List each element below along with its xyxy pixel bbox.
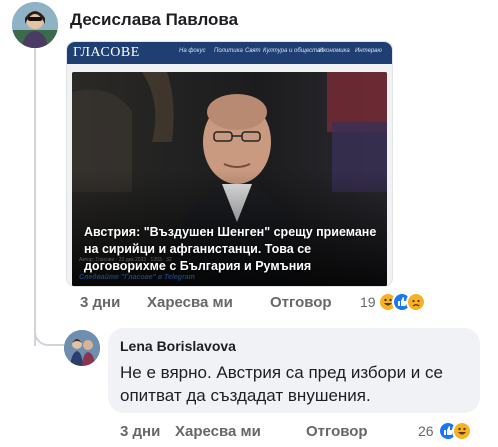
shared-post-card[interactable]: ГЛАСОВЕ На фокус Политика Свят Култура и… bbox=[67, 42, 392, 286]
reaction-summary[interactable]: 26 bbox=[418, 423, 488, 443]
thread-line-curve bbox=[34, 318, 64, 346]
nav-item: Политика bbox=[214, 48, 243, 54]
reply-button[interactable]: Отговор bbox=[270, 294, 332, 311]
comment-actions: 3 дни Харесва ми Отговор bbox=[120, 423, 400, 443]
comment-actions: 3 дни Харесва ми Отговор bbox=[80, 294, 380, 314]
site-navbar: ГЛАСОВЕ На фокус Политика Свят Култура и… bbox=[67, 42, 392, 64]
article-meta: Автор: Гласове · 22 дек 2023 · 1393 · 32 bbox=[79, 257, 172, 263]
telegram-follow-link[interactable]: Следвайте "Гласове" в Telegram bbox=[79, 274, 195, 281]
sad-icon bbox=[408, 294, 424, 310]
nav-item: На фокус bbox=[179, 48, 206, 54]
comment-time[interactable]: 3 дни bbox=[80, 294, 120, 311]
comment-author[interactable]: Десислава Павлова bbox=[70, 10, 238, 30]
site-logo: ГЛАСОВЕ bbox=[73, 45, 140, 60]
reaction-count: 26 bbox=[418, 423, 434, 439]
reply-bubble: Lena Borislavova Не е вярно. Австрия са … bbox=[108, 328, 480, 413]
article-image: Австрия: "Въздушен Шенген" срещу приеман… bbox=[72, 72, 387, 286]
reaction-summary[interactable]: 19 bbox=[360, 294, 460, 314]
thread-line bbox=[34, 48, 36, 346]
article-headline[interactable]: Австрия: "Въздушен Шенген" срещу приеман… bbox=[84, 224, 384, 275]
avatar[interactable] bbox=[12, 2, 58, 48]
nav-item: Култура и общество bbox=[263, 48, 324, 54]
nav-item: Интервю bbox=[355, 48, 382, 54]
comment-author[interactable]: Lena Borislavova bbox=[120, 338, 236, 354]
like-button[interactable]: Харесва ми bbox=[175, 423, 261, 440]
nav-item: Икономика bbox=[319, 48, 350, 54]
like-button[interactable]: Харесва ми bbox=[147, 294, 233, 311]
nav-item: Свят bbox=[245, 48, 261, 54]
comment-text: Не е вярно. Австрия са пред избори и се … bbox=[120, 363, 443, 405]
haha-icon bbox=[454, 423, 470, 439]
comment-time[interactable]: 3 дни bbox=[120, 423, 160, 440]
avatar[interactable] bbox=[64, 330, 100, 366]
reply-button[interactable]: Отговор bbox=[306, 423, 368, 440]
reaction-count: 19 bbox=[360, 294, 376, 310]
